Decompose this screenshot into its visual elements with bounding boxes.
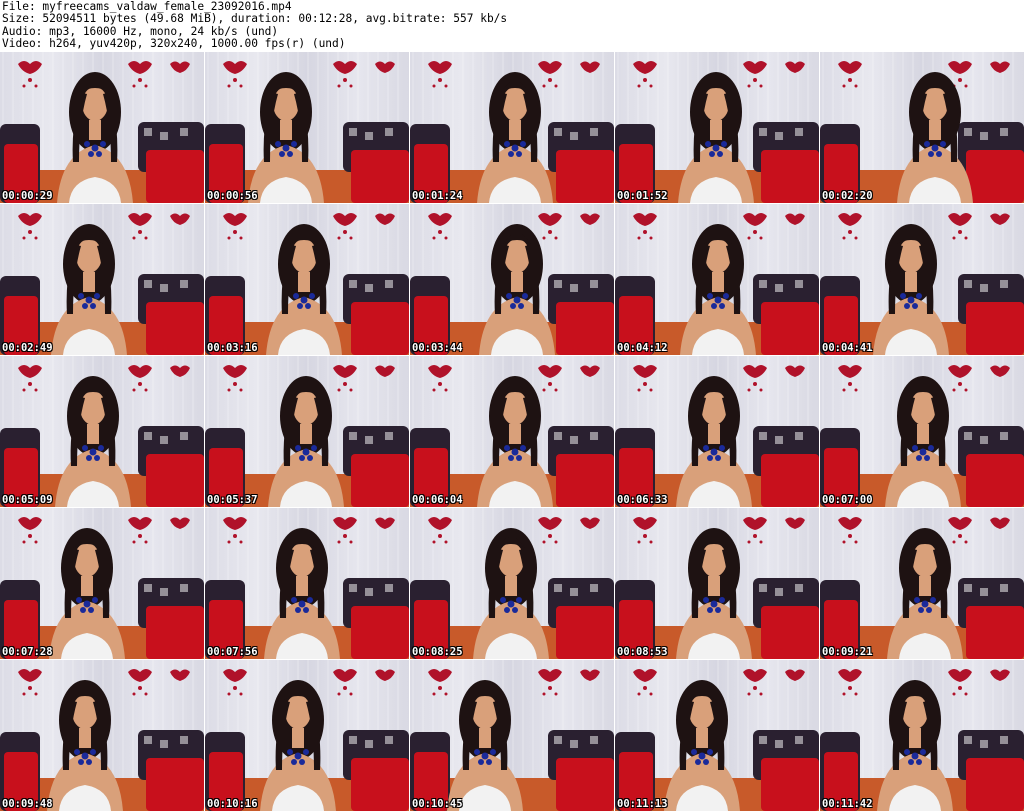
thumbnail-timestamp: 00:11:13 <box>617 798 668 810</box>
video-thumbnail: 00:03:16 <box>205 204 409 355</box>
video-thumbnail: 00:00:56 <box>205 52 409 203</box>
thumbnail-timestamp: 00:00:56 <box>207 190 258 202</box>
video-thumbnail: 00:04:12 <box>615 204 819 355</box>
video-thumbnail: 00:08:53 <box>615 508 819 659</box>
video-thumbnail: 00:11:13 <box>615 660 819 811</box>
thumbnail-timestamp: 00:08:25 <box>412 646 463 658</box>
thumbnail-timestamp: 00:00:29 <box>2 190 53 202</box>
video-thumbnail: 00:04:41 <box>820 204 1024 355</box>
thumbnail-timestamp: 00:05:09 <box>2 494 53 506</box>
video-thumbnail: 00:03:44 <box>410 204 614 355</box>
video-thumbnail: 00:00:29 <box>0 52 204 203</box>
thumbnail-timestamp: 00:04:12 <box>617 342 668 354</box>
video-thumbnail: 00:07:00 <box>820 356 1024 507</box>
thumbnail-timestamp: 00:05:37 <box>207 494 258 506</box>
video-thumbnail: 00:05:37 <box>205 356 409 507</box>
thumbnail-timestamp: 00:03:16 <box>207 342 258 354</box>
thumbnail-timestamp: 00:01:52 <box>617 190 668 202</box>
video-thumbnail: 00:09:48 <box>0 660 204 811</box>
video-line: Video: h264, yuv420p, 320x240, 1000.00 f… <box>2 36 346 50</box>
video-thumbnail: 00:10:45 <box>410 660 614 811</box>
thumbnail-timestamp: 00:07:28 <box>2 646 53 658</box>
thumbnail-timestamp: 00:03:44 <box>412 342 463 354</box>
thumbnail-grid: 00:00:29 00:00:56 00:01:24 00:01:52 00:0… <box>0 52 1024 811</box>
thumbnail-timestamp: 00:09:21 <box>822 646 873 658</box>
thumbnail-timestamp: 00:06:33 <box>617 494 668 506</box>
thumbnail-timestamp: 00:10:45 <box>412 798 463 810</box>
file-info-header: File: myfreecams_valdaw_female_23092016.… <box>0 0 1024 52</box>
video-thumbnail: 00:10:16 <box>205 660 409 811</box>
thumbnail-timestamp: 00:10:16 <box>207 798 258 810</box>
video-thumbnail: 00:02:20 <box>820 52 1024 203</box>
thumbnail-timestamp: 00:08:53 <box>617 646 668 658</box>
thumbnail-timestamp: 00:09:48 <box>2 798 53 810</box>
video-thumbnail: 00:09:21 <box>820 508 1024 659</box>
video-thumbnail: 00:07:28 <box>0 508 204 659</box>
thumbnail-timestamp: 00:02:49 <box>2 342 53 354</box>
video-thumbnail: 00:01:24 <box>410 52 614 203</box>
video-thumbnail: 00:05:09 <box>0 356 204 507</box>
video-thumbnail: 00:06:04 <box>410 356 614 507</box>
thumbnail-timestamp: 00:02:20 <box>822 190 873 202</box>
thumbnail-timestamp: 00:07:00 <box>822 494 873 506</box>
video-thumbnail: 00:08:25 <box>410 508 614 659</box>
video-thumbnail: 00:02:49 <box>0 204 204 355</box>
thumbnail-timestamp: 00:11:42 <box>822 798 873 810</box>
video-thumbnail: 00:11:42 <box>820 660 1024 811</box>
thumbnail-timestamp: 00:01:24 <box>412 190 463 202</box>
thumbnail-timestamp: 00:06:04 <box>412 494 463 506</box>
thumbnail-timestamp: 00:07:56 <box>207 646 258 658</box>
thumbnail-timestamp: 00:04:41 <box>822 342 873 354</box>
video-thumbnail: 00:01:52 <box>615 52 819 203</box>
size-line: Size: 52094511 bytes (49.68 MiB), durati… <box>2 12 508 26</box>
video-thumbnail: 00:06:33 <box>615 356 819 507</box>
video-thumbnail: 00:07:56 <box>205 508 409 659</box>
